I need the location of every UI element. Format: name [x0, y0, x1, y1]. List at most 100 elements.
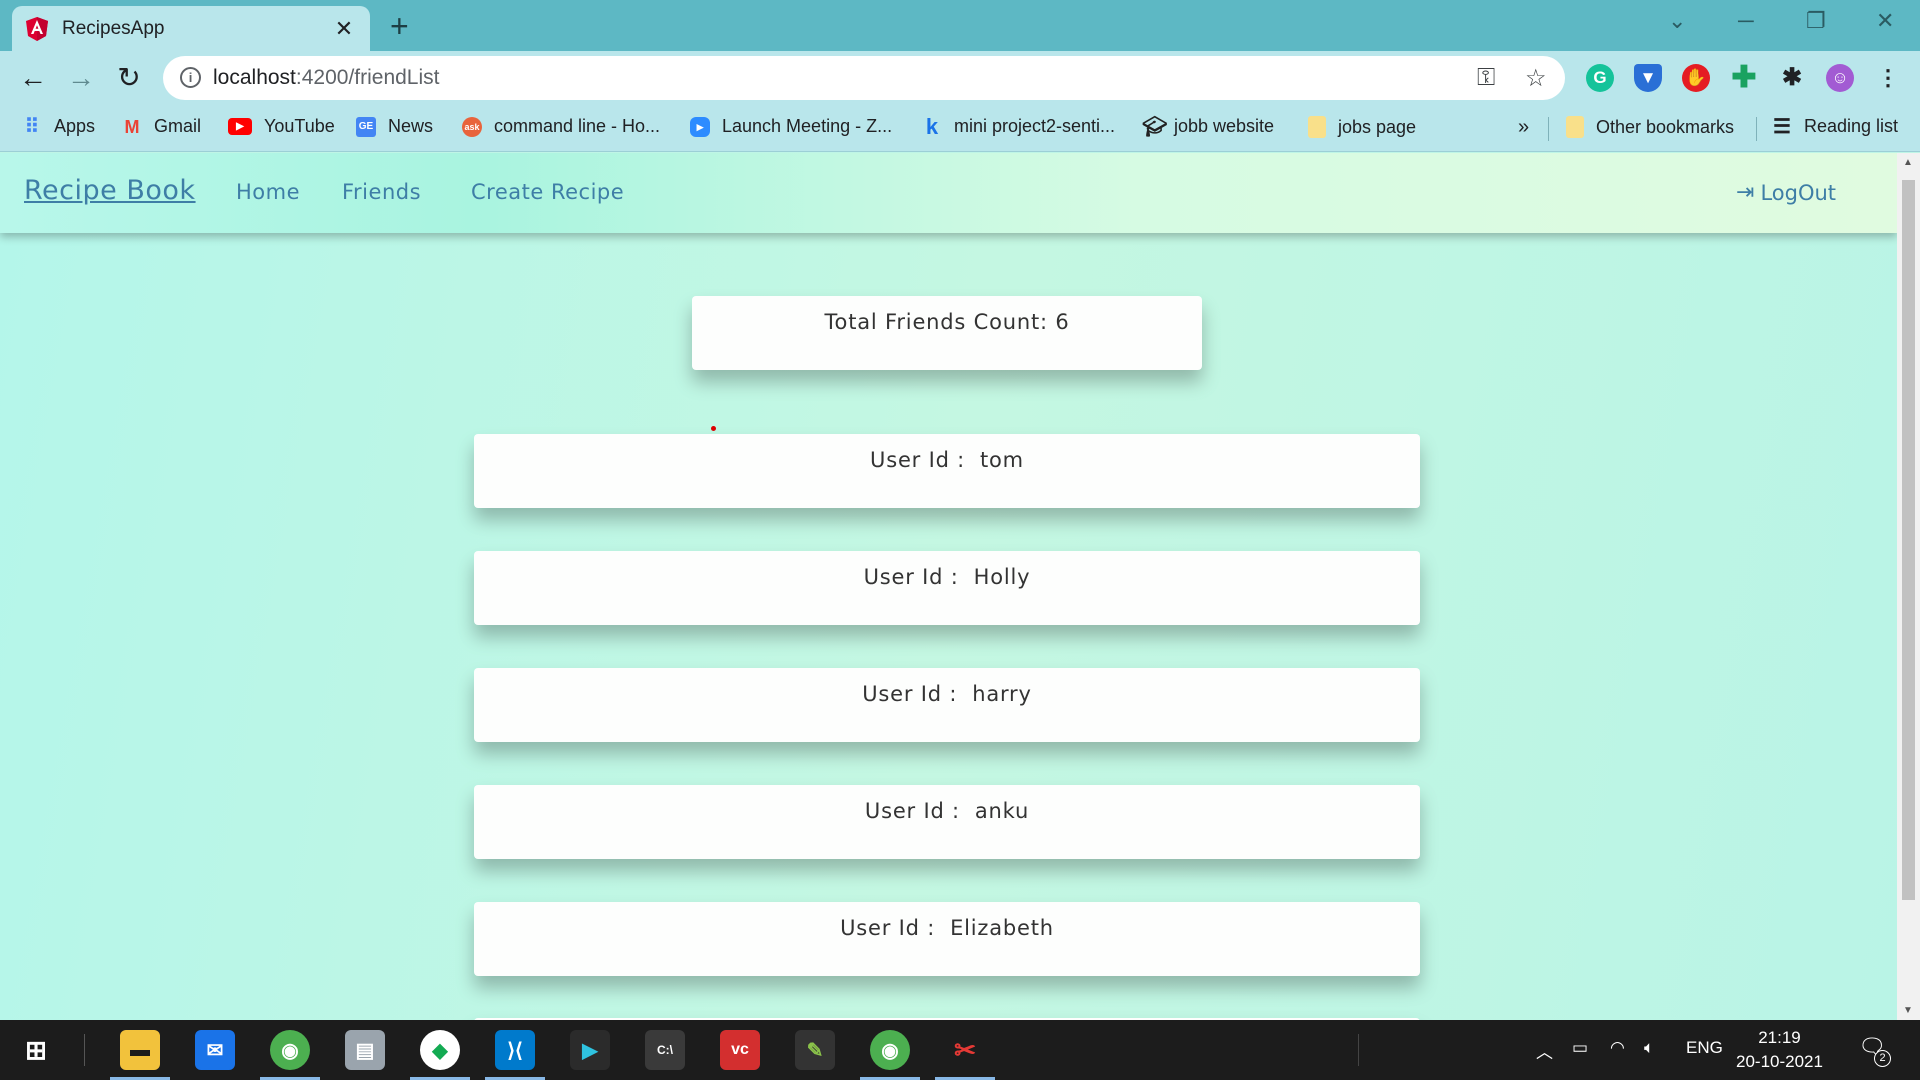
mongodb-icon[interactable]: ◆ [420, 1030, 460, 1070]
plus-extension-icon[interactable]: ✚ [1730, 63, 1758, 93]
bookmark-apps[interactable]: ⠿ Apps [22, 116, 95, 137]
system-clock[interactable]: 21:19 20-10-2021 [1736, 1026, 1823, 1074]
logout-button[interactable]: ⇥ LogOut [1736, 180, 1836, 205]
friend-card: User Id : tom [474, 434, 1420, 508]
shield-icon[interactable]: ▼ [1634, 64, 1662, 92]
snipping-tool-icon[interactable]: ✎ [795, 1030, 835, 1070]
nav-friends-link[interactable]: Friends [342, 180, 421, 204]
address-bar[interactable]: i localhost:4200/friendList ⚿ ☆ [163, 56, 1565, 100]
grammarly-icon[interactable]: G [1586, 64, 1614, 92]
friend-card: User Id : harry [474, 668, 1420, 742]
battery-icon[interactable]: ▭ [1572, 1038, 1588, 1058]
user-id-prefix: User Id : [863, 565, 974, 589]
bookmark-launch-meeting[interactable]: ▸ Launch Meeting - Z... [690, 116, 892, 137]
chrome-icon[interactable]: ◉ [870, 1030, 910, 1070]
minimize-icon[interactable]: ─ [1738, 8, 1754, 34]
friend-card: User Id : Holly [474, 551, 1420, 625]
wifi-icon[interactable]: ◠ [1610, 1038, 1625, 1058]
file-explorer-icon[interactable]: ▬ [120, 1030, 160, 1070]
back-icon[interactable]: ← [16, 63, 50, 93]
user-id-value: Elizabeth [950, 916, 1054, 940]
taskbar-divider [84, 1034, 85, 1066]
chrome-profile-icon[interactable]: ◉ [270, 1030, 310, 1070]
ask-icon: ask [462, 116, 482, 137]
zoom-icon: ▸ [690, 116, 710, 137]
bookmarks-divider [1548, 117, 1549, 141]
logout-label: LogOut [1760, 180, 1837, 205]
scroll-down-icon[interactable]: ▼ [1903, 1005, 1913, 1016]
bookmarks-bar: ⠿ Apps M Gmail ▶ YouTube GE News ask command … [0, 105, 1920, 152]
gmail-icon: M [124, 116, 140, 137]
angular-icon [26, 16, 48, 41]
profile-avatar[interactable]: ☺ [1826, 64, 1854, 92]
bookmark-star-icon[interactable]: ☆ [1525, 64, 1547, 93]
bookmarks-overflow-button[interactable]: » [1518, 116, 1529, 139]
task-manager-icon[interactable]: ▤ [345, 1030, 385, 1070]
show-hidden-icons-icon[interactable]: ︿ [1536, 1038, 1553, 1063]
user-id-prefix: User Id : [864, 799, 975, 823]
forward-icon[interactable]: → [64, 63, 98, 93]
adblock-icon[interactable]: ✋ [1682, 64, 1710, 92]
scrollbar-thumb[interactable] [1902, 180, 1915, 900]
brand-link[interactable]: Recipe Book [24, 175, 196, 206]
language-indicator[interactable]: ENG [1686, 1038, 1723, 1058]
clock-time: 21:19 [1758, 1028, 1801, 1047]
browser-tab[interactable]: RecipesApp ✕ [12, 6, 370, 51]
bookmark-gmail[interactable]: M Gmail [122, 116, 202, 137]
user-id-value: Holly [973, 565, 1031, 589]
sign-in-icon: ⇥ [1736, 180, 1755, 205]
url-text[interactable]: localhost:4200/friendList [213, 66, 440, 90]
nav-create-recipe-link[interactable]: Create Recipe [471, 180, 624, 204]
browser-toolbar: ← → ↻ i localhost:4200/friendList ⚿ ☆ G … [0, 51, 1920, 105]
user-id-value: tom [980, 448, 1024, 472]
scroll-up-icon[interactable]: ▲ [1903, 157, 1913, 168]
close-window-icon[interactable]: ✕ [1876, 8, 1894, 34]
youtube-icon: ▶ [228, 118, 252, 135]
bookmark-news[interactable]: GE News [356, 116, 433, 137]
user-id-value: anku [974, 799, 1030, 823]
google-news-icon: GE [356, 116, 376, 137]
vscode-icon[interactable]: ⟩⟨ [495, 1030, 535, 1070]
notification-count-badge: 2 [1874, 1050, 1891, 1067]
terminal-app-icon[interactable]: ▶ [570, 1030, 610, 1070]
reading-list-button[interactable]: ☰ Reading list [1772, 116, 1898, 137]
bookmark-command-line[interactable]: ask command line - Ho... [462, 116, 660, 137]
bookmark-youtube[interactable]: ▶ YouTube [228, 116, 335, 137]
user-id-prefix: User Id : [862, 682, 973, 706]
app-navbar: Recipe Book Home Friends Create Recipe ⇥… [0, 153, 1897, 233]
new-tab-button[interactable]: + [390, 10, 409, 42]
puzzle-extensions-icon[interactable]: ✱ [1778, 64, 1806, 92]
bookmark-mini-project[interactable]: k mini project2-senti... [922, 113, 1115, 139]
snip-sketch-icon[interactable]: ✂ [945, 1030, 985, 1070]
cursor-dot [711, 426, 716, 431]
close-tab-icon[interactable]: ✕ [332, 16, 356, 42]
mail-icon[interactable]: ✉ [195, 1030, 235, 1070]
site-info-icon[interactable]: i [180, 67, 201, 88]
k-icon: k [925, 113, 939, 139]
page-scrollbar[interactable]: ▲ ▼ [1897, 153, 1920, 1020]
friends-count-card: Total Friends Count: 6 [692, 296, 1202, 370]
taskbar-divider [1358, 1034, 1359, 1066]
menu-kebab-icon[interactable]: ⋮ [1874, 64, 1902, 92]
windows-start-icon[interactable]: ⊞ [16, 1030, 56, 1070]
volume-icon[interactable]: 🔈︎ [1644, 1038, 1654, 1058]
windows-taskbar: ⊞ ▬ ✉ ◉ ▤ ◆ ⟩⟨ ▶ C:\ vc ✎ ◉ ✂ ︿ ▭ ◠ 🔈︎ E… [0, 1020, 1920, 1080]
user-id-value: harry [972, 682, 1032, 706]
tab-search-icon[interactable]: ⌄ [1668, 8, 1686, 34]
friend-card: User Id : anku [474, 785, 1420, 859]
reload-icon[interactable]: ↻ [112, 63, 146, 93]
command-prompt-icon[interactable]: C:\ [645, 1030, 685, 1070]
key-icon[interactable]: ⚿ [1477, 64, 1495, 92]
restore-icon[interactable]: ❐ [1806, 8, 1826, 34]
nav-home-link[interactable]: Home [236, 180, 300, 204]
folder-icon [1566, 116, 1584, 138]
tab-title: RecipesApp [62, 17, 165, 39]
clock-date: 20-10-2021 [1736, 1052, 1823, 1071]
folder-icon [1308, 116, 1326, 138]
bookmark-jobs-page[interactable]: jobs page [1308, 116, 1416, 138]
bookmark-other-bookmarks[interactable]: Other bookmarks [1566, 116, 1734, 138]
browser-title-bar: RecipesApp ✕ + ⌄ ─ ❐ ✕ [0, 0, 1920, 51]
bookmark-jobb-website[interactable]: 🎓︎ jobb website [1142, 116, 1274, 137]
grad-cap-icon: 🎓︎ [1142, 115, 1168, 138]
vc-app-icon[interactable]: vc [720, 1030, 760, 1070]
